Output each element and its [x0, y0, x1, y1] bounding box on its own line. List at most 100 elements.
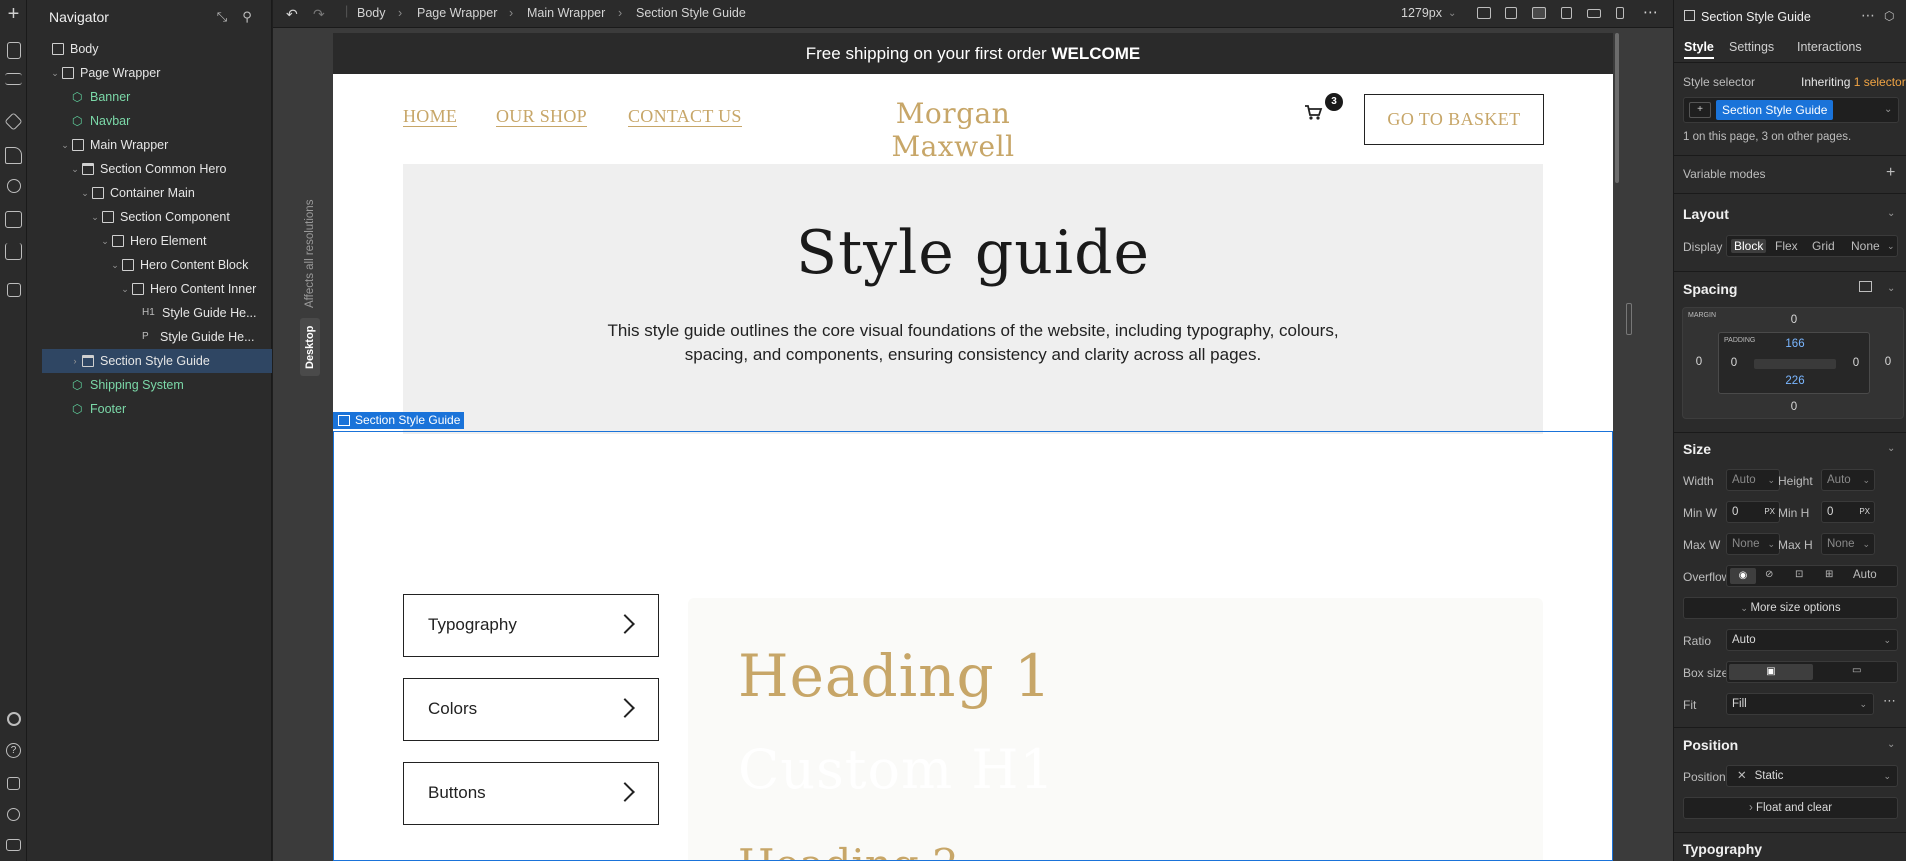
margin-right-value[interactable]: 0	[1878, 356, 1898, 368]
help-icon[interactable]: ?	[6, 743, 21, 758]
navigator-row[interactable]: ⬡ Banner	[42, 85, 272, 109]
shipping-banner[interactable]: Free shipping on your first order WELCOM…	[333, 33, 1613, 74]
padding-bottom-value[interactable]: 226	[1782, 375, 1808, 387]
more-icon[interactable]: ⋯	[1883, 693, 1896, 709]
display-segmented-control[interactable]: Block Flex Grid None ⌄	[1726, 235, 1898, 257]
collapse-all-icon[interactable]: ⤡	[214, 9, 230, 25]
desktop-base-icon[interactable]	[1532, 7, 1546, 19]
chevron-down-icon[interactable]: ⌄	[99, 229, 111, 253]
redo-icon[interactable]: ↷	[313, 6, 325, 23]
mobile-portrait-icon[interactable]	[1616, 7, 1624, 19]
go-to-basket-button[interactable]: GO TO BASKET	[1364, 94, 1544, 145]
tablet-icon[interactable]	[1561, 7, 1572, 19]
chevron-down-icon[interactable]: ⌄	[109, 253, 121, 277]
variables-icon[interactable]	[7, 179, 21, 193]
chevron-right-icon[interactable]: ›	[69, 349, 81, 373]
styles-icon[interactable]	[5, 147, 22, 164]
chevron-down-icon[interactable]: ⌄	[119, 277, 131, 301]
add-selector-icon[interactable]: +	[1689, 102, 1711, 118]
navigator-row[interactable]: ⌄ Page Wrapper	[42, 61, 272, 85]
scrollbar-thumb[interactable]	[1615, 33, 1619, 183]
apps-icon[interactable]	[7, 283, 21, 297]
size-section-title[interactable]: Size	[1683, 441, 1711, 457]
nav-link-contact[interactable]: CONTACT US	[628, 106, 742, 127]
undo-icon[interactable]: ↶	[286, 6, 298, 23]
overflow-control[interactable]: ◉ ⊘ ⊡ ⊞ Auto	[1726, 565, 1898, 587]
cart-icon[interactable]	[1302, 101, 1324, 123]
navigator-row[interactable]: ⌄ Hero Element	[42, 229, 272, 253]
padding-right-value[interactable]: 0	[1846, 357, 1866, 369]
nav-link-shop[interactable]: OUR SHOP	[496, 106, 587, 127]
chevron-down-icon[interactable]: ⌄	[1448, 8, 1456, 19]
navigator-row[interactable]: ⌄ Hero Content Inner	[42, 277, 272, 301]
display-grid-option[interactable]: Grid	[1812, 239, 1835, 253]
position-section-title[interactable]: Position	[1683, 737, 1738, 753]
navigator-row[interactable]: ⌄ Hero Content Block	[42, 253, 272, 277]
breadcrumb-section-style-guide[interactable]: Section Style Guide	[636, 6, 746, 20]
position-select[interactable]: ✕ Static ⌄	[1726, 765, 1898, 787]
more-icon[interactable]: ⋯	[1643, 3, 1658, 21]
audit-icon[interactable]	[7, 777, 20, 790]
breadcrumb-body[interactable]: Body	[357, 6, 386, 20]
navigator-row[interactable]: ⬡ Shipping System	[42, 373, 272, 397]
canvas-resize-handle[interactable]	[1626, 303, 1632, 335]
layout-section-title[interactable]: Layout	[1683, 206, 1729, 222]
width-field[interactable]: Auto ⌄	[1726, 469, 1780, 491]
video-icon[interactable]	[6, 839, 21, 851]
chevron-down-icon[interactable]: ⌄	[1887, 208, 1895, 219]
max-width-field[interactable]: None ⌄	[1726, 533, 1780, 555]
max-height-field[interactable]: None ⌄	[1821, 533, 1875, 555]
chevron-down-icon[interactable]: ⌄	[69, 157, 81, 181]
tab-settings[interactable]: Settings	[1729, 40, 1774, 54]
visible-eye-icon[interactable]: ◉	[1730, 568, 1756, 584]
canvas-scrollbar[interactable]	[1614, 33, 1620, 861]
more-size-options-button[interactable]: ⌄ More size options	[1683, 597, 1898, 619]
brand-logo[interactable]: Morgan Maxwell	[853, 97, 1053, 163]
navigator-icon[interactable]	[5, 73, 22, 85]
inheriting-count[interactable]: 1 selector	[1854, 75, 1906, 89]
chevron-down-icon[interactable]: ⌄	[79, 181, 91, 205]
ratio-select[interactable]: Auto ⌄	[1726, 629, 1898, 651]
min-width-field[interactable]: 0 PX	[1726, 501, 1780, 523]
desktop-large-icon[interactable]	[1477, 7, 1491, 19]
selector-field[interactable]: + Section Style Guide ⌄	[1683, 97, 1899, 123]
breakpoint-width[interactable]: 1279px	[1401, 6, 1442, 20]
margin-top-value[interactable]: 0	[1783, 314, 1805, 326]
navigator-row[interactable]: ⬡ Footer	[42, 397, 272, 421]
selection-label[interactable]: Section Style Guide	[333, 412, 464, 429]
pin-icon[interactable]: ⚲	[239, 9, 255, 25]
overflow-auto-option[interactable]: Auto	[1853, 569, 1877, 581]
cms-icon[interactable]	[5, 243, 22, 260]
components-icon[interactable]	[4, 112, 23, 131]
margin-left-value[interactable]: 0	[1689, 356, 1709, 368]
add-icon[interactable]: +	[5, 4, 22, 24]
margin-bottom-value[interactable]: 0	[1783, 401, 1805, 413]
typography-button[interactable]: Typography	[403, 594, 659, 657]
chevron-down-icon[interactable]: ⌄	[1887, 739, 1895, 750]
display-none-option[interactable]: None	[1851, 239, 1880, 253]
chevron-down-icon[interactable]: ⌄	[49, 61, 61, 85]
settings-gear-icon[interactable]	[7, 712, 21, 726]
navigator-row[interactable]: ⌄ Section Common Hero	[42, 157, 272, 181]
colors-button[interactable]: Colors	[403, 678, 659, 741]
more-icon[interactable]: ⋯	[1861, 7, 1875, 24]
spacing-section-title[interactable]: Spacing	[1683, 281, 1737, 297]
display-flex-option[interactable]: Flex	[1775, 239, 1798, 253]
clip-icon[interactable]: ⊞	[1825, 569, 1833, 580]
component-icon[interactable]: ⬡	[1884, 9, 1894, 23]
navigator-row[interactable]: ⬡ Navbar	[42, 109, 272, 133]
mobile-landscape-icon[interactable]	[1587, 9, 1601, 18]
fit-select[interactable]: Fill ⌄	[1726, 693, 1874, 715]
breadcrumb-page-wrapper[interactable]: Page Wrapper	[417, 6, 497, 20]
chevron-down-icon[interactable]: ⌄	[59, 133, 71, 157]
chevron-down-icon[interactable]: ⌄	[1887, 443, 1895, 454]
tab-interactions[interactable]: Interactions	[1797, 40, 1862, 54]
chevron-down-icon[interactable]: ⌄	[89, 205, 101, 229]
content-box-icon[interactable]: ▭	[1852, 665, 1861, 676]
buttons-button[interactable]: Buttons	[403, 762, 659, 825]
assets-icon[interactable]	[5, 211, 22, 228]
navigator-row[interactable]: ⌄ Container Main	[42, 181, 272, 205]
padding-top-value[interactable]: 166	[1782, 338, 1808, 350]
box-size-control[interactable]: ▣ ▭	[1726, 661, 1898, 683]
navigator-row[interactable]: › Section Style Guide	[42, 349, 272, 373]
